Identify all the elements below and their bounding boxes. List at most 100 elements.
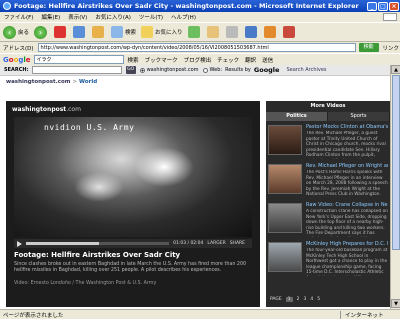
breadcrumb-world[interactable]: World (79, 79, 97, 85)
results-by-label: Results by (225, 67, 251, 73)
ie-icon (3, 2, 11, 10)
address-label: アドレス(D) (3, 45, 34, 52)
google-logo: Google (3, 55, 31, 64)
vertical-scrollbar[interactable]: ▲ ▼ (390, 65, 400, 309)
video-timeline[interactable] (26, 242, 170, 245)
site-search-go-button[interactable]: GO (125, 66, 136, 74)
address-input[interactable]: http://www.washingtonpost.com/wp-dyn/con… (37, 43, 356, 52)
video-player[interactable]: nvidion U.S. Army (14, 117, 252, 237)
menu-edit[interactable]: 編集(E) (41, 13, 60, 21)
video-list-item[interactable]: Rev. Michael Pfleger on Wright and Racis… (268, 162, 388, 200)
video-progress (26, 242, 99, 245)
translate-button[interactable]: 翻訳 (245, 56, 256, 64)
video-item-title[interactable]: Rev. Michael Pfleger on Wright and Racis… (306, 163, 388, 169)
menu-favorites[interactable]: お気に入り(A) (95, 13, 131, 21)
maximize-button[interactable]: □ (378, 1, 388, 11)
search-button[interactable]: 検索 (111, 26, 136, 38)
window-titlebar: Footage: Hellfire Airstrikes Over Sadr C… (0, 0, 400, 12)
video-thumbnail[interactable] (268, 125, 302, 155)
history-icon (187, 26, 200, 38)
back-label: 戻る (18, 30, 30, 36)
video-description: Since clashes broke out in eastern Baghd… (14, 262, 247, 273)
edit-button[interactable] (244, 26, 259, 38)
bookmark-button[interactable]: ブックマーク (145, 56, 178, 64)
discuss-button[interactable] (263, 26, 278, 38)
forward-button[interactable]: › (34, 25, 49, 39)
forward-arrow-icon: › (34, 25, 48, 39)
pager-page-2[interactable]: 2 (297, 297, 300, 302)
pager: PAGE 1 2 3 4 5 (270, 297, 324, 302)
radio-web[interactable] (202, 67, 208, 73)
star-icon (141, 26, 154, 38)
zone-label: インターネット (340, 310, 400, 319)
menu-file[interactable]: ファイル(F) (4, 13, 33, 21)
scroll-down-arrow-icon[interactable]: ▼ (391, 299, 400, 308)
video-item-title[interactable]: Raw Video: Crane Collapse in New York (306, 202, 388, 208)
status-bar: ページが表示されました インターネット (0, 309, 400, 319)
google-search-input[interactable]: イラク (33, 55, 124, 64)
video-item-title[interactable]: McKinley High Prepares for D.C. Baseball… (306, 241, 388, 247)
home-button[interactable] (92, 26, 106, 38)
breadcrumb-home[interactable]: washingtonpost.com (6, 79, 71, 85)
favorites-button[interactable]: お気に入り (141, 26, 183, 38)
video-list-item[interactable]: Pastor Mocks Clinton at Obama's Church T… (268, 123, 388, 161)
video-thumbnail[interactable] (268, 164, 302, 194)
stop-icon (54, 26, 67, 38)
refresh-icon (73, 26, 86, 38)
video-item-title[interactable]: Pastor Mocks Clinton at Obama's Church (306, 124, 388, 130)
video-list-item[interactable]: Raw Video: Crane Collapse in New York A … (268, 201, 388, 239)
video-title: Footage: Hellfire Airstrikes Over Sadr C… (14, 251, 181, 259)
video-thumbnail[interactable] (268, 203, 302, 233)
search-label: 検索 (125, 30, 137, 36)
windows-logo-icon (383, 13, 397, 21)
window-title: Footage: Hellfire Airstrikes Over Sadr C… (14, 2, 359, 10)
history-button[interactable] (187, 26, 202, 38)
stop-button[interactable] (54, 26, 68, 38)
page-content: SEARCH: GO washingtonpost.com Web: Resul… (0, 65, 390, 309)
messenger-button[interactable] (282, 26, 297, 38)
google-search-button[interactable]: 検索 (128, 56, 139, 64)
scroll-up-arrow-icon[interactable]: ▲ (391, 65, 400, 74)
status-text: ページが表示されました (3, 312, 64, 319)
video-thumbnail[interactable] (268, 242, 302, 272)
video-controls: 01:03 / 02:04 LARGER SHARE (14, 239, 252, 248)
mail-icon (206, 26, 219, 38)
menu-bar: ファイル(F) 編集(E) 表示(V) お気に入り(A) ツール(T) ヘルプ(… (0, 12, 400, 22)
mail-button[interactable] (206, 26, 221, 38)
home-icon (92, 26, 105, 38)
radio-site[interactable] (139, 67, 145, 73)
back-button[interactable]: ‹ 戻る (3, 25, 30, 39)
tab-politics[interactable]: Politics (266, 112, 328, 121)
share-button[interactable]: SHARE (230, 241, 245, 246)
address-bar: アドレス(D) http://www.washingtonpost.com/wp… (0, 42, 400, 53)
minimize-button[interactable]: _ (367, 1, 377, 11)
video-list-item[interactable]: McKinley High Prepares for D.C. Baseball… (268, 240, 388, 278)
blog-button[interactable]: ブログ検出 (184, 56, 212, 64)
more-videos-panel: More Videos Politics Sports Pastor Mocks… (266, 101, 390, 307)
pager-page-5[interactable]: 5 (317, 297, 320, 302)
play-icon[interactable] (17, 240, 22, 247)
pager-page-4[interactable]: 4 (310, 297, 313, 302)
video-item-desc: A construction crane has collapsed on Ne… (306, 209, 388, 237)
menu-view[interactable]: 表示(V) (68, 13, 87, 21)
pager-page-3[interactable]: 3 (304, 297, 307, 302)
menu-tools[interactable]: ツール(T) (139, 13, 163, 21)
links-label[interactable]: リンク (383, 44, 400, 52)
go-button[interactable]: 移動 (358, 43, 379, 52)
refresh-button[interactable] (73, 26, 87, 38)
tab-sports[interactable]: Sports (328, 112, 390, 121)
larger-button[interactable]: LARGER (207, 241, 225, 246)
send-button[interactable]: 送信 (262, 56, 273, 64)
google-toolbar: Google イラク 検索 ブックマーク ブログ検出 チェック 翻訳 送信 (0, 53, 400, 65)
print-icon (225, 26, 238, 38)
video-overlay-text: nvidion U.S. Army (44, 123, 135, 132)
menu-help[interactable]: ヘルプ(H) (171, 13, 196, 21)
site-search-input[interactable] (31, 66, 122, 74)
close-button[interactable]: × (389, 1, 399, 11)
video-time: 01:03 / 02:04 (173, 241, 204, 246)
print-button[interactable] (225, 26, 240, 38)
check-button[interactable]: チェック (217, 56, 239, 64)
scroll-thumb[interactable] (392, 75, 400, 250)
search-archives-link[interactable]: Search Archives (286, 67, 326, 73)
pager-page-1[interactable]: 1 (285, 297, 293, 302)
